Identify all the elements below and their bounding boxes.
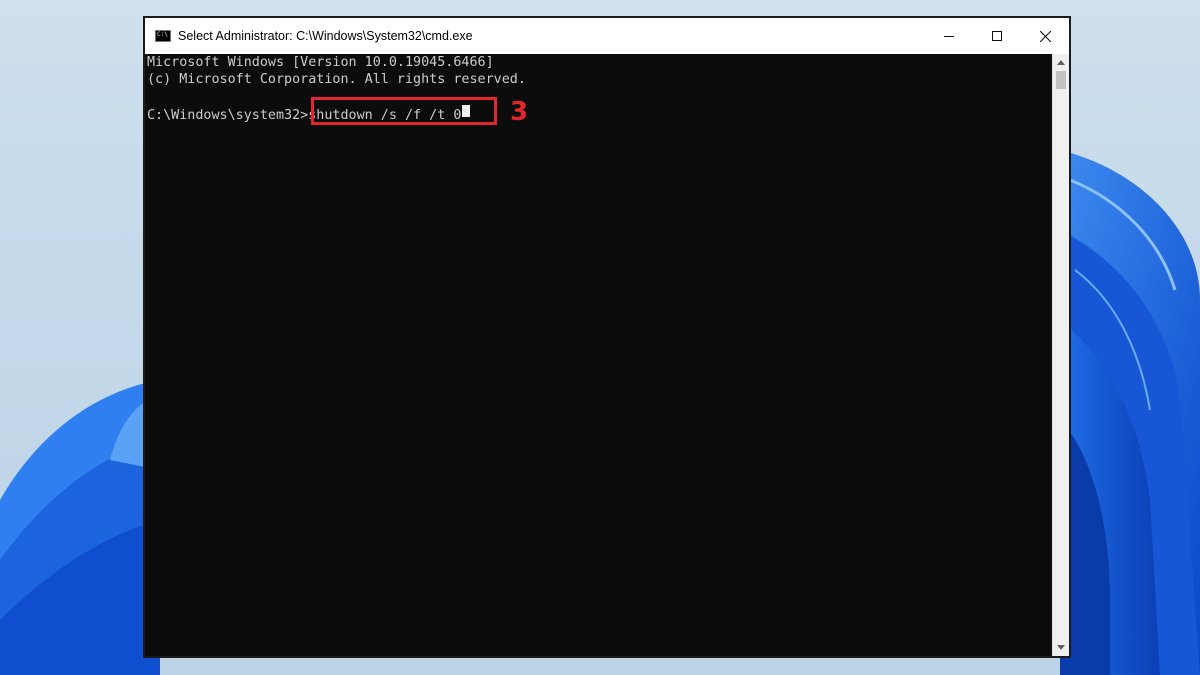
scroll-up-button[interactable]	[1053, 54, 1069, 71]
text-cursor	[462, 104, 471, 117]
maximize-icon	[992, 31, 1002, 41]
desktop: Select Administrator: C:\Windows\System3…	[0, 0, 1200, 675]
vertical-scrollbar[interactable]	[1052, 54, 1069, 656]
maximize-button[interactable]	[973, 18, 1021, 54]
title-bar[interactable]: Select Administrator: C:\Windows\System3…	[145, 18, 1069, 54]
cmd-icon[interactable]	[155, 30, 171, 42]
minimize-icon	[944, 36, 954, 37]
cmd-window[interactable]: Select Administrator: C:\Windows\System3…	[143, 16, 1071, 658]
console-line: Microsoft Windows [Version 10.0.19045.64…	[147, 55, 494, 70]
console-line: (c) Microsoft Corporation. All rights re…	[147, 71, 526, 87]
console-output[interactable]: Microsoft Windows [Version 10.0.19045.64…	[145, 54, 1052, 656]
window-title: Select Administrator: C:\Windows\System3…	[178, 29, 473, 43]
chevron-down-icon	[1057, 645, 1065, 650]
scroll-thumb[interactable]	[1056, 71, 1066, 89]
minimize-button[interactable]	[925, 18, 973, 54]
chevron-up-icon	[1057, 60, 1065, 65]
step-number-label: 3	[510, 97, 529, 127]
command-line[interactable]: C:\Windows\system32>shutdown /s /f /t 0	[147, 104, 1052, 123]
command-text[interactable]: shutdown /s /f /t 0	[308, 108, 461, 123]
close-icon	[1039, 30, 1051, 42]
window-controls	[925, 18, 1069, 54]
command-prompt: C:\Windows\system32>	[147, 107, 309, 123]
scroll-down-button[interactable]	[1053, 639, 1069, 656]
close-button[interactable]	[1021, 18, 1069, 54]
